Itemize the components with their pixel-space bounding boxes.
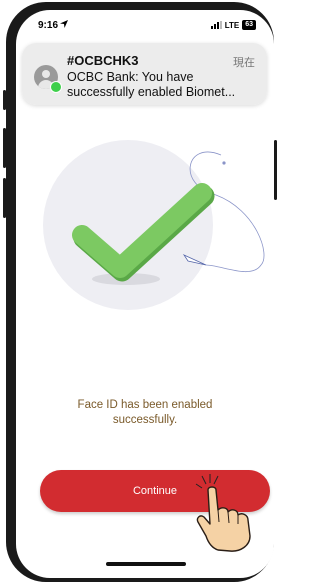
notification-title: #OCBCHK3	[67, 53, 139, 68]
status-indicators: LTE 63	[210, 20, 256, 30]
tap-ray	[201, 475, 207, 485]
volume-up-button	[3, 128, 6, 168]
network-label: LTE	[224, 20, 240, 30]
status-time: 9:16	[38, 20, 59, 31]
notification-line-1: OCBC Bank: You have	[67, 70, 194, 84]
phone-frame: 9:16 LTE 63 #OCBCHK3 現在 OCBC Bank: You h…	[6, 2, 274, 582]
notification-line-2: successfully enabled Biomet...	[67, 85, 236, 99]
tap-hand-icon	[195, 474, 251, 552]
volume-down-button	[3, 178, 6, 218]
success-message-line-2: successfully.	[112, 414, 178, 426]
battery-icon: 63	[242, 20, 256, 30]
power-button	[274, 140, 277, 200]
screen: 9:16 LTE 63 #OCBCHK3 現在 OCBC Bank: You h…	[16, 10, 274, 578]
signal-icon	[210, 21, 222, 29]
success-message-line-1: Face ID has been enabled	[77, 399, 213, 411]
side-button	[3, 90, 6, 110]
notification-body: OCBC Bank: You have successfully enabled…	[67, 70, 257, 100]
success-illustration	[43, 140, 265, 310]
push-notification[interactable]: #OCBCHK3 現在 OCBC Bank: You have successf…	[22, 43, 267, 105]
dot-decoration	[222, 161, 226, 165]
tap-ray	[195, 483, 203, 489]
tap-ray	[213, 475, 219, 485]
success-message: Face ID has been enabled successfully.	[16, 398, 274, 428]
messages-badge-icon	[50, 81, 62, 93]
status-bar: 9:16 LTE 63	[16, 10, 274, 40]
home-indicator[interactable]	[106, 562, 186, 566]
notification-time: 現在	[233, 57, 255, 69]
location-arrow-icon	[60, 20, 68, 31]
